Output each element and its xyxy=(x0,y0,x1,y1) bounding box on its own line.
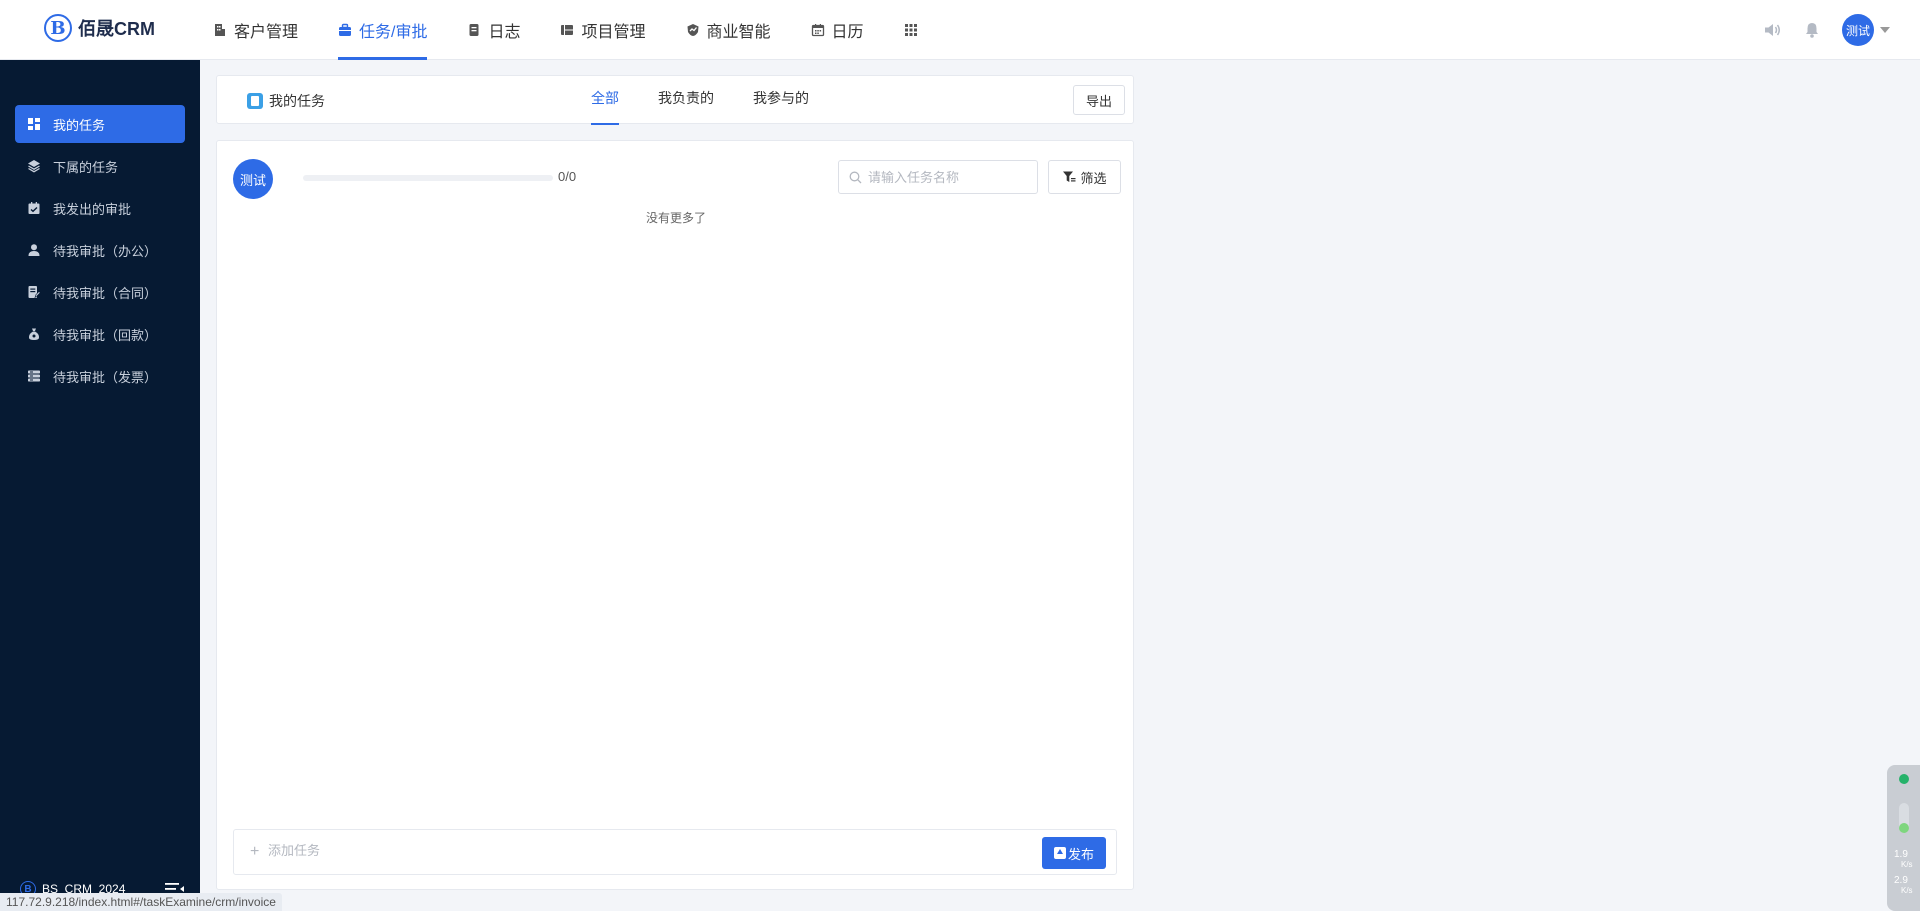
task-search[interactable] xyxy=(838,160,1038,194)
main-nav: 客户管理 任务/审批 日志 项目管理 商业智能 日历 xyxy=(213,0,965,60)
download-speed-unit: K/s xyxy=(1901,886,1913,895)
invoice-stack-icon xyxy=(28,370,40,382)
task-tabs: 全部 我负责的 我参与的 xyxy=(591,76,848,125)
search-icon xyxy=(849,171,862,183)
user-avatar[interactable]: 测试 xyxy=(1842,14,1874,46)
notebook-icon xyxy=(469,24,479,36)
nav-item-label: 任务/审批 xyxy=(359,24,428,41)
logo-text: 佰晟CRM xyxy=(78,19,155,39)
sidebar: 我的任务 下属的任务 我发出的审批 待我审批（办公） 待我审批（合同） 待我审批… xyxy=(0,60,200,911)
page-title-text: 我的任务 xyxy=(269,93,325,109)
sidebar-item-approve-payment[interactable]: 待我审批（回款） xyxy=(15,315,185,353)
chevron-down-icon[interactable] xyxy=(1880,27,1890,33)
nav-item-customer[interactable]: 客户管理 xyxy=(213,0,298,60)
task-list-icon xyxy=(247,93,263,109)
nav-item-task-approval[interactable]: 任务/审批 xyxy=(338,0,428,60)
nav-item-label: 商业智能 xyxy=(706,24,771,41)
nav-item-project[interactable]: 项目管理 xyxy=(560,0,646,60)
upload-icon xyxy=(1053,847,1066,859)
briefcase-icon xyxy=(339,23,352,36)
upload-speed-value: 1.9 xyxy=(1894,849,1908,860)
filter-button[interactable]: 筛选 xyxy=(1048,160,1121,194)
logo-mark-icon: B xyxy=(44,14,72,42)
apps-grid-icon xyxy=(904,24,917,36)
sidebar-item-label: 待我审批（办公） xyxy=(53,243,158,259)
tab-responsible[interactable]: 我负责的 xyxy=(658,76,714,125)
sidebar-item-my-tasks[interactable]: 我的任务 xyxy=(15,105,185,143)
add-task-input[interactable] xyxy=(268,843,868,858)
sidebar-menu: 我的任务 下属的任务 我发出的审批 待我审批（办公） 待我审批（合同） 待我审批… xyxy=(15,105,185,399)
filter-label: 筛选 xyxy=(1080,170,1107,186)
sidebar-item-approve-office[interactable]: 待我审批（办公） xyxy=(15,231,185,269)
plus-icon: + xyxy=(250,843,260,860)
sidebar-item-label: 我发出的审批 xyxy=(53,201,132,217)
nav-item-apps[interactable] xyxy=(904,0,925,60)
nav-item-label: 日志 xyxy=(488,24,521,41)
app-logo[interactable]: B 佰晟CRM xyxy=(44,14,155,42)
project-board-icon xyxy=(561,25,574,35)
contract-edit-icon xyxy=(28,286,41,299)
person-icon xyxy=(28,244,40,256)
sidebar-item-sent-approvals[interactable]: 我发出的审批 xyxy=(15,189,185,227)
sidebar-item-label: 我的任务 xyxy=(53,117,106,133)
speed-level-icon xyxy=(1899,803,1909,833)
network-speed-widget[interactable]: 1.9 K/s 2.9 K/s xyxy=(1887,765,1920,911)
owner-avatar[interactable]: 测试 xyxy=(233,159,273,199)
publish-button[interactable]: 发布 xyxy=(1042,837,1106,869)
tab-all[interactable]: 全部 xyxy=(591,76,619,125)
top-navbar: B 佰晟CRM 客户管理 任务/审批 日志 项目管理 商业智能 日历 测试 xyxy=(0,0,1920,60)
export-button[interactable]: 导出 xyxy=(1073,85,1125,115)
status-dot-icon xyxy=(1899,774,1909,784)
nav-item-log[interactable]: 日志 xyxy=(467,0,520,60)
nav-item-calendar[interactable]: 日历 xyxy=(811,0,864,60)
nav-item-bi[interactable]: 商业智能 xyxy=(686,0,771,60)
top-right-tools: 测试 xyxy=(1742,14,1890,46)
calendar-icon xyxy=(811,24,824,37)
money-bag-icon xyxy=(28,328,40,340)
nav-item-label: 客户管理 xyxy=(234,24,299,41)
task-header: 我的任务 全部 我负责的 我参与的 导出 xyxy=(216,75,1134,125)
sidebar-item-label: 待我审批（合同） xyxy=(53,285,158,301)
sidebar-item-approve-invoice[interactable]: 待我审批（发票） xyxy=(15,357,185,395)
sidebar-item-subordinate-tasks[interactable]: 下属的任务 xyxy=(15,147,185,185)
task-progress-bar xyxy=(303,175,553,181)
status-url: 117.72.9.218/index.html#/taskExamine/crm… xyxy=(0,893,282,911)
shield-chart-icon xyxy=(687,24,698,36)
nav-item-label: 项目管理 xyxy=(581,24,646,41)
nav-item-label: 日历 xyxy=(831,24,864,41)
task-progress-text: 0/0 xyxy=(558,169,577,184)
add-task-bar: + 发布 xyxy=(233,829,1117,875)
sidebar-item-approve-contract[interactable]: 待我审批（合同） xyxy=(15,273,185,311)
sidebar-item-label: 待我审批（回款） xyxy=(53,327,158,343)
upload-speed-unit: K/s xyxy=(1901,860,1913,869)
sidebar-item-label: 下属的任务 xyxy=(53,159,119,175)
search-input[interactable] xyxy=(868,169,1028,185)
calendar-check-icon xyxy=(28,202,40,214)
bell-icon[interactable] xyxy=(1802,20,1822,40)
speaker-icon[interactable] xyxy=(1762,20,1782,40)
filter-icon xyxy=(1063,171,1076,182)
download-speed-value: 2.9 xyxy=(1894,875,1908,886)
task-panel: 测试 0/0 筛选 没有更多了 + 发布 xyxy=(216,140,1134,890)
page-title: 我的任务 xyxy=(247,91,325,111)
layers-icon xyxy=(28,160,40,173)
building-icon xyxy=(215,24,225,36)
dashboard-icon xyxy=(28,118,40,130)
sidebar-item-label: 待我审批（发票） xyxy=(53,369,158,385)
publish-label: 发布 xyxy=(1067,846,1094,862)
tab-participating[interactable]: 我参与的 xyxy=(753,76,809,125)
empty-list-text: 没有更多了 xyxy=(645,211,706,225)
